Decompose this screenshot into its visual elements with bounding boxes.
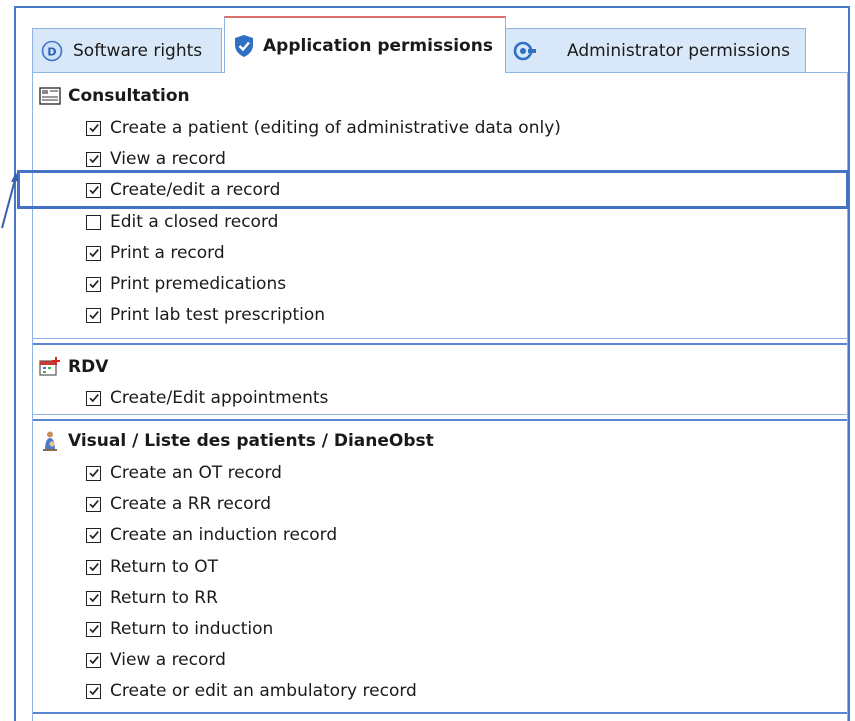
- checkbox[interactable]: [86, 307, 101, 323]
- permission-item[interactable]: Create or edit an ambulatory record: [86, 679, 417, 703]
- permission-label: Create/Edit appointments: [110, 388, 329, 408]
- checkbox[interactable]: [86, 276, 101, 292]
- tab-administrator-permissions[interactable]: Administrator permissions: [504, 28, 806, 72]
- permission-label: Edit a closed record: [110, 212, 279, 232]
- permission-item[interactable]: Print premedications: [86, 272, 286, 296]
- permission-label: Print premedications: [110, 274, 287, 294]
- checkbox[interactable]: [86, 390, 101, 406]
- card-icon: [38, 86, 62, 106]
- permission-label: Create or edit an ambulatory record: [110, 681, 417, 701]
- tab-label: Application permissions: [263, 35, 493, 56]
- d-circle-icon: D: [41, 40, 63, 62]
- checkbox[interactable]: [86, 621, 101, 637]
- group-divider: [33, 414, 847, 415]
- group-divider: [33, 338, 847, 339]
- permission-label: Print lab test prescription: [110, 305, 326, 325]
- group-divider: [33, 712, 847, 714]
- checkbox[interactable]: [86, 245, 101, 261]
- checkbox[interactable]: [86, 683, 101, 699]
- permission-label: View a record: [110, 650, 226, 670]
- permission-item[interactable]: Return to OT: [86, 555, 218, 579]
- permission-item[interactable]: Create an induction record: [86, 523, 337, 547]
- permission-label: Print a record: [110, 243, 225, 263]
- permission-label: Create a patient (editing of administrat…: [110, 118, 561, 138]
- checkbox[interactable]: [86, 465, 101, 481]
- permission-item[interactable]: Return to induction: [86, 617, 273, 641]
- checkbox[interactable]: [86, 527, 101, 543]
- permission-item[interactable]: Print lab test prescription: [86, 303, 325, 327]
- permission-item[interactable]: View a record: [86, 147, 226, 171]
- permission-item[interactable]: Create a RR record: [86, 492, 271, 516]
- permission-item[interactable]: Create a patient (editing of administrat…: [86, 116, 561, 140]
- checkbox[interactable]: [86, 214, 101, 230]
- checkbox[interactable]: [86, 652, 101, 668]
- permission-label: View a record: [110, 149, 226, 169]
- checkbox[interactable]: [86, 590, 101, 606]
- group-header-rdv: RDV: [38, 355, 108, 379]
- group-divider: [33, 343, 847, 345]
- checkbox[interactable]: [86, 151, 101, 167]
- svg-text:D: D: [47, 45, 56, 58]
- group-header-consultation: Consultation: [38, 84, 190, 108]
- group-title: Consultation: [68, 86, 190, 106]
- callout-arrow: [1, 172, 19, 229]
- group-title: RDV: [68, 357, 109, 377]
- group-title: Visual / Liste des patients / DianeObst: [68, 431, 434, 451]
- tab-application-permissions[interactable]: Application permissions: [224, 16, 506, 73]
- permission-label: Return to OT: [110, 557, 219, 577]
- permission-item[interactable]: Create/Edit appointments: [86, 386, 328, 410]
- tab-label: Administrator permissions: [567, 40, 790, 61]
- permission-item[interactable]: View a record: [86, 648, 226, 672]
- highlight-box: [17, 170, 849, 209]
- group-header-visual: Visual / Liste des patients / DianeObst: [38, 429, 434, 453]
- permission-label: Return to RR: [110, 588, 218, 608]
- tab-software-rights[interactable]: D Software rights: [32, 28, 222, 72]
- tab-bar: D Software rights Application permission…: [32, 16, 848, 73]
- checkbox[interactable]: [86, 559, 101, 575]
- admin-gear-icon: [513, 40, 537, 62]
- permission-item[interactable]: Edit a closed record: [86, 210, 278, 234]
- group-divider: [33, 419, 847, 421]
- permission-label: Return to induction: [110, 619, 274, 639]
- permission-item[interactable]: Print a record: [86, 241, 225, 265]
- tab-label: Software rights: [73, 40, 203, 61]
- checkbox[interactable]: [86, 496, 101, 512]
- permission-label: Create an induction record: [110, 525, 338, 545]
- checkbox[interactable]: [86, 120, 101, 136]
- permission-label: Create an OT record: [110, 463, 282, 483]
- calendar-icon: [38, 357, 62, 377]
- permission-item[interactable]: Return to RR: [86, 586, 218, 610]
- mother-child-icon: [38, 431, 62, 451]
- permission-label: Create a RR record: [110, 494, 272, 514]
- permission-item[interactable]: Create an OT record: [86, 461, 282, 485]
- shield-check-icon: [233, 34, 255, 58]
